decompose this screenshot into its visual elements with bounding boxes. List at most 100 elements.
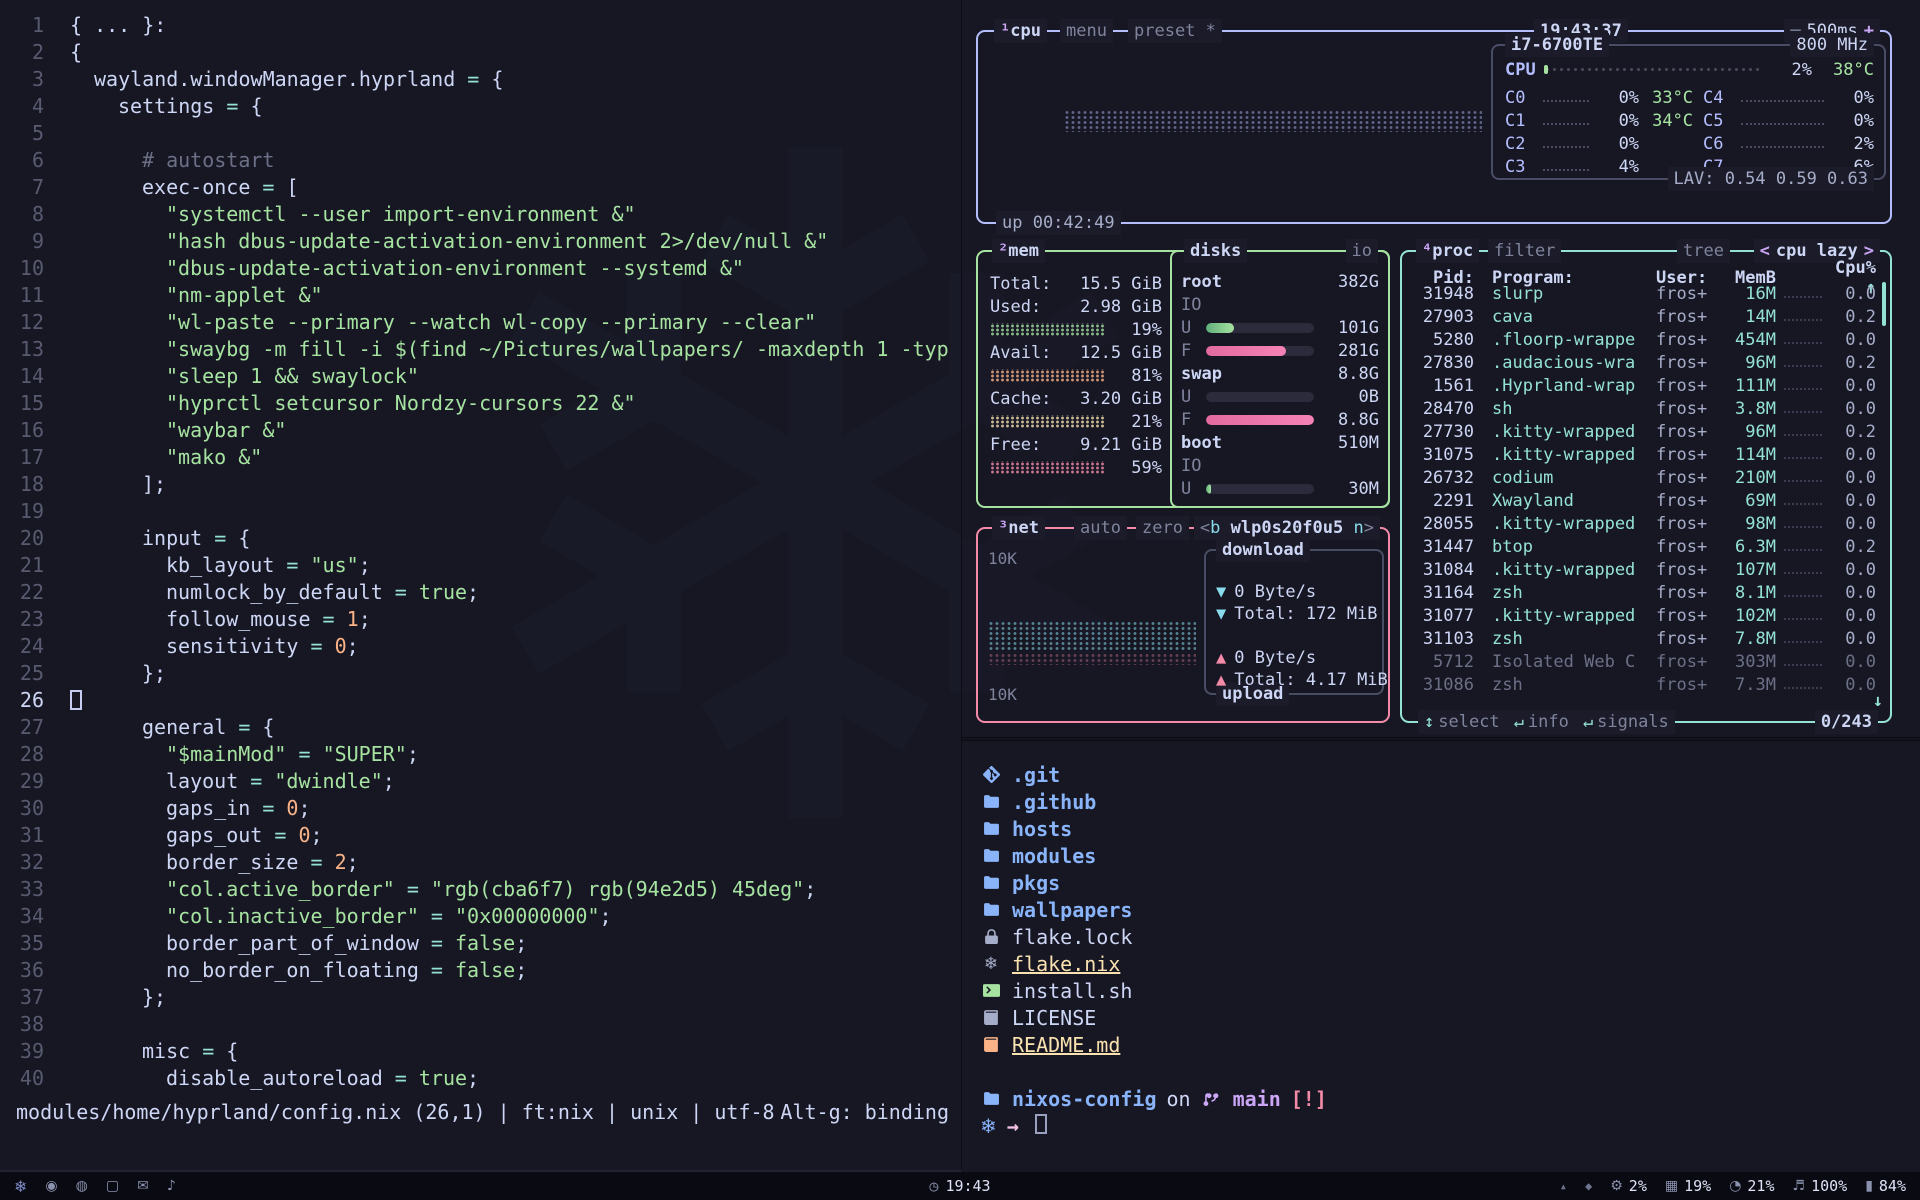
iface-next-key[interactable]: n bbox=[1354, 518, 1364, 538]
code-line[interactable]: 15"hyprctl setcursor Nordzy-cursors 22 &… bbox=[0, 390, 961, 417]
code-line[interactable]: 28"$mainMod" = "SUPER"; bbox=[0, 741, 961, 768]
code-line[interactable]: 22numlock_by_default = true; bbox=[0, 579, 961, 606]
tray-network-icon[interactable]: ◆ bbox=[1585, 1179, 1592, 1193]
select-action[interactable]: ↕select bbox=[1424, 710, 1500, 734]
code-line[interactable]: 11"nm-applet &" bbox=[0, 282, 961, 309]
code-line[interactable]: 5 bbox=[0, 120, 961, 147]
code-line[interactable]: 26 bbox=[0, 687, 961, 714]
code-line[interactable]: 13"swaybg -m fill -i $(find ~/Pictures/w… bbox=[0, 336, 961, 363]
process-row[interactable]: 31164zshfros+8.1M0.0 bbox=[1410, 581, 1876, 604]
mail-icon[interactable]: ✉ bbox=[137, 1178, 149, 1194]
process-row[interactable]: 28055.kitty-wrappedfros+98M0.0 bbox=[1410, 512, 1876, 535]
net-interface-selector[interactable]: <b wlp0s20f0u5 n> bbox=[1194, 516, 1380, 540]
menu-button[interactable]: menu bbox=[1060, 19, 1113, 43]
proc-header[interactable]: Pid: Program: User: MemB Cpu% ↑ bbox=[1410, 258, 1876, 282]
tray-arrow-icon[interactable]: ▴ bbox=[1560, 1179, 1567, 1193]
code-line[interactable]: 34"col.inactive_border" = "0x00000000"; bbox=[0, 903, 961, 930]
clock-time[interactable]: 19:43 bbox=[945, 1177, 990, 1195]
process-row[interactable]: 31447btopfros+6.3M0.2 bbox=[1410, 535, 1876, 558]
code-line[interactable]: 10"dbus-update-activation-environment --… bbox=[0, 255, 961, 282]
disks-io-toggle[interactable]: io bbox=[1346, 239, 1378, 263]
process-row[interactable]: 27830.audacious-wrafros+96M0.2 bbox=[1410, 351, 1876, 374]
code-line[interactable]: 31gaps_out = 0; bbox=[0, 822, 961, 849]
code-line[interactable]: 2{ bbox=[0, 39, 961, 66]
terminal-window[interactable]: .git.githubhostsmodulespkgswallpapersfla… bbox=[962, 740, 1920, 1172]
process-row[interactable]: 28470shfros+3.8M0.0 bbox=[1410, 397, 1876, 420]
code-line[interactable]: 4settings = { bbox=[0, 93, 961, 120]
process-row[interactable]: 31086zshfros+7.3M0.0 bbox=[1410, 673, 1876, 696]
code-line[interactable]: 30gaps_in = 0; bbox=[0, 795, 961, 822]
line-number: 13 bbox=[0, 336, 70, 363]
process-row[interactable]: 31075.kitty-wrappedfros+114M0.0 bbox=[1410, 443, 1876, 466]
process-row[interactable]: 1561.Hyprland-wrapfros+111M0.0 bbox=[1410, 374, 1876, 397]
code-line[interactable]: 37}; bbox=[0, 984, 961, 1011]
process-row[interactable]: 31948slurpfros+16M0.0 bbox=[1410, 282, 1876, 305]
code-line[interactable]: 35border_part_of_window = false; bbox=[0, 930, 961, 957]
code-line[interactable]: 25}; bbox=[0, 660, 961, 687]
core-name: C0 bbox=[1505, 88, 1537, 108]
code-line[interactable]: 36no_border_on_floating = false; bbox=[0, 957, 961, 984]
code-line[interactable]: 9"hash dbus-update-activation-environmen… bbox=[0, 228, 961, 255]
code-line[interactable]: 6# autostart bbox=[0, 147, 961, 174]
process-row[interactable]: 27903cavafros+14M0.2 bbox=[1410, 305, 1876, 328]
terminal-cursor[interactable] bbox=[1035, 1114, 1047, 1134]
workspaces-icon[interactable]: ▢ bbox=[106, 1178, 119, 1194]
power-icon[interactable]: ◉ bbox=[45, 1178, 57, 1194]
signals-action[interactable]: ↵signals bbox=[1583, 710, 1669, 734]
code-line[interactable]: 24sensitivity = 0; bbox=[0, 633, 961, 660]
code-line[interactable]: 7exec-once = [ bbox=[0, 174, 961, 201]
editor-code[interactable]: 1{ ... }:2{3wayland.windowManager.hyprla… bbox=[0, 0, 961, 1092]
line-number: 17 bbox=[0, 444, 70, 471]
preset-button[interactable]: preset * bbox=[1128, 19, 1222, 43]
process-row[interactable]: 5280.floorp-wrappefros+454M0.0 bbox=[1410, 328, 1876, 351]
memory-indicator[interactable]: ▦19% bbox=[1665, 1177, 1711, 1195]
net-box-title[interactable]: ³net bbox=[992, 516, 1045, 540]
code-line[interactable]: 20input = { bbox=[0, 525, 961, 552]
cpu-box-title[interactable]: ¹cpu bbox=[994, 19, 1047, 43]
shell-input-line[interactable]: ❄ → bbox=[962, 1112, 1920, 1139]
browser-icon[interactable]: ◍ bbox=[76, 1178, 88, 1194]
process-row[interactable]: 26732codiumfros+210M0.0 bbox=[1410, 466, 1876, 489]
code-line[interactable]: 1{ ... }: bbox=[0, 12, 961, 39]
code-line[interactable]: 32border_size = 2; bbox=[0, 849, 961, 876]
process-row[interactable]: 2291Xwaylandfros+69M0.0 bbox=[1410, 489, 1876, 512]
code-line[interactable]: 16"waybar &" bbox=[0, 417, 961, 444]
process-row[interactable]: 31103zshfros+7.8M0.0 bbox=[1410, 627, 1876, 650]
code-line[interactable]: 29layout = "dwindle"; bbox=[0, 768, 961, 795]
code-line[interactable]: 14"sleep 1 && swaylock" bbox=[0, 363, 961, 390]
mem-box-title[interactable]: ²mem bbox=[992, 239, 1045, 263]
code-line[interactable]: 38 bbox=[0, 1011, 961, 1038]
code-line[interactable]: 19 bbox=[0, 498, 961, 525]
file-name: .git bbox=[1012, 763, 1060, 787]
iface-prev-key[interactable]: b bbox=[1210, 518, 1220, 538]
process-row[interactable]: 5712Isolated Web Cfros+303M0.0 bbox=[1410, 650, 1876, 673]
code-line[interactable]: 40disable_autoreload = true; bbox=[0, 1065, 961, 1092]
line-number: 28 bbox=[0, 741, 70, 768]
process-row[interactable]: 31077.kitty-wrappedfros+102M0.0 bbox=[1410, 604, 1876, 627]
code-line[interactable]: 23follow_mouse = 1; bbox=[0, 606, 961, 633]
code-line[interactable]: 39misc = { bbox=[0, 1038, 961, 1065]
code-line[interactable]: 17"mako &" bbox=[0, 444, 961, 471]
editor-cursor[interactable] bbox=[70, 690, 82, 710]
scroll-down-icon[interactable]: ↓ bbox=[1873, 691, 1883, 711]
disk-indicator[interactable]: ◔21% bbox=[1729, 1177, 1774, 1195]
net-auto-button[interactable]: auto bbox=[1074, 516, 1127, 540]
code-line[interactable]: 27general = { bbox=[0, 714, 961, 741]
proc-scrollbar[interactable] bbox=[1882, 282, 1886, 326]
process-row[interactable]: 27730.kitty-wrappedfros+96M0.2 bbox=[1410, 420, 1876, 443]
volume-indicator[interactable]: ♬100% bbox=[1793, 1177, 1848, 1195]
code-line[interactable]: 3wayland.windowManager.hyprland = { bbox=[0, 66, 961, 93]
net-zero-button[interactable]: zero bbox=[1136, 516, 1189, 540]
code-line[interactable]: 21kb_layout = "us"; bbox=[0, 552, 961, 579]
music-icon[interactable]: ♪ bbox=[167, 1178, 176, 1194]
code-line[interactable]: 12"wl-paste --primary --watch wl-copy --… bbox=[0, 309, 961, 336]
info-action[interactable]: ↵info bbox=[1514, 710, 1569, 734]
code-line[interactable]: 18]; bbox=[0, 471, 961, 498]
process-row[interactable]: 31084.kitty-wrappedfros+107M0.0 bbox=[1410, 558, 1876, 581]
disks-panel-title[interactable]: disks bbox=[1184, 239, 1247, 263]
code-line[interactable]: 8"systemctl --user import-environment &" bbox=[0, 201, 961, 228]
nixos-launcher-icon[interactable]: ❄ bbox=[14, 1177, 27, 1196]
battery-indicator[interactable]: ▮84% bbox=[1865, 1177, 1906, 1195]
code-line[interactable]: 33"col.active_border" = "rgb(cba6f7) rgb… bbox=[0, 876, 961, 903]
cpu-indicator[interactable]: ⚙2% bbox=[1610, 1177, 1647, 1195]
